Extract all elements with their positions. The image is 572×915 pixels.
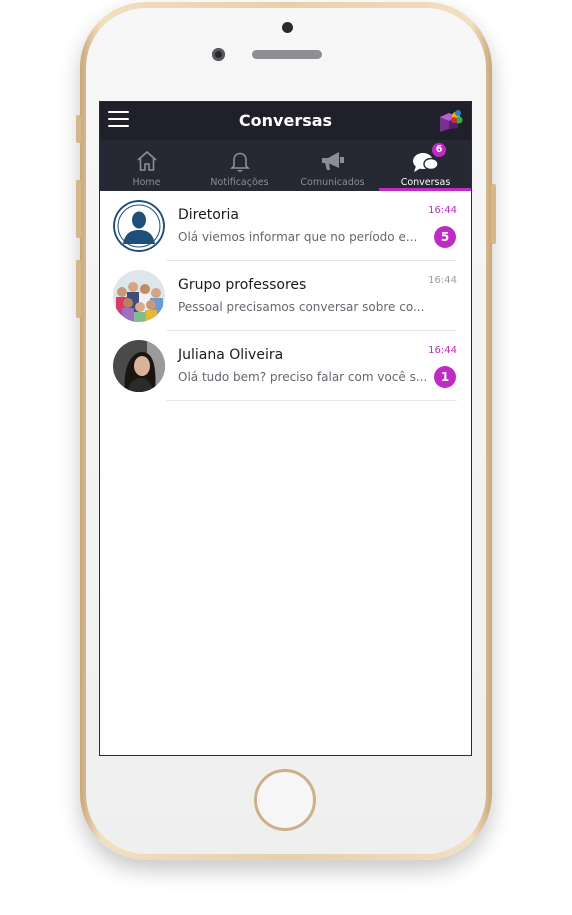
group-photo-avatar — [113, 270, 165, 322]
tab-notificacoes[interactable]: Notificações — [193, 140, 286, 191]
unread-count-badge: 5 — [434, 226, 456, 248]
tab-bar: Home Notificações Comunicados 6 Conversa… — [100, 140, 471, 191]
tab-conversas-badge: 6 — [432, 143, 446, 157]
conversation-name: Grupo professores — [178, 277, 307, 293]
conversation-list: Diretoria Olá viemos informar que no per… — [100, 191, 471, 401]
front-camera — [212, 48, 225, 61]
conversation-item-diretoria[interactable]: Diretoria Olá viemos informar que no per… — [100, 191, 471, 261]
default-user-avatar-icon — [113, 200, 165, 252]
conversation-preview: Pessoal precisamos conversar sobre co... — [178, 300, 425, 314]
tab-conversas-label: Conversas — [400, 177, 451, 188]
mute-switch — [76, 115, 81, 143]
avatar — [113, 200, 165, 252]
bell-icon — [229, 152, 250, 172]
avatar — [113, 340, 165, 392]
divider — [166, 400, 457, 401]
app-logo-icon — [440, 110, 463, 132]
tab-comunicados[interactable]: Comunicados — [286, 140, 379, 191]
tab-home[interactable]: Home — [100, 140, 193, 191]
tab-comunicados-label: Comunicados — [300, 177, 365, 188]
conversation-time: 16:44 — [428, 345, 457, 356]
conversation-item-grupo-professores[interactable]: Grupo professores Pessoal precisamos con… — [100, 261, 471, 331]
volume-up-button — [76, 180, 81, 238]
tab-conversas[interactable]: 6 Conversas — [379, 140, 471, 191]
conversation-time: 16:44 — [428, 205, 457, 216]
page-title: Conversas — [238, 111, 333, 130]
unread-count-badge: 1 — [434, 366, 456, 388]
conversation-item-juliana-oliveira[interactable]: Juliana Oliveira Olá tudo bem? preciso f… — [100, 331, 471, 401]
top-bar: Conversas — [100, 102, 471, 140]
home-icon — [136, 150, 157, 171]
conversation-time: 16:44 — [428, 275, 457, 286]
tab-notificacoes-label: Notificações — [210, 177, 269, 188]
user-photo-avatar — [113, 340, 165, 392]
proximity-sensor — [282, 22, 293, 33]
avatar — [113, 270, 165, 322]
volume-down-button — [76, 260, 81, 318]
home-button[interactable] — [254, 769, 316, 831]
power-button — [491, 184, 496, 244]
conversation-preview: Olá tudo bem? preciso falar com você s..… — [178, 370, 428, 384]
conversation-preview: Olá viemos informar que no período e... — [178, 230, 418, 244]
app-screen: Conversas Home Notificações Comunicados … — [99, 101, 472, 756]
conversation-name: Juliana Oliveira — [178, 347, 284, 363]
earpiece-speaker — [252, 50, 322, 59]
conversation-name: Diretoria — [178, 207, 240, 223]
tab-home-label: Home — [132, 177, 161, 188]
megaphone-icon — [321, 152, 344, 170]
